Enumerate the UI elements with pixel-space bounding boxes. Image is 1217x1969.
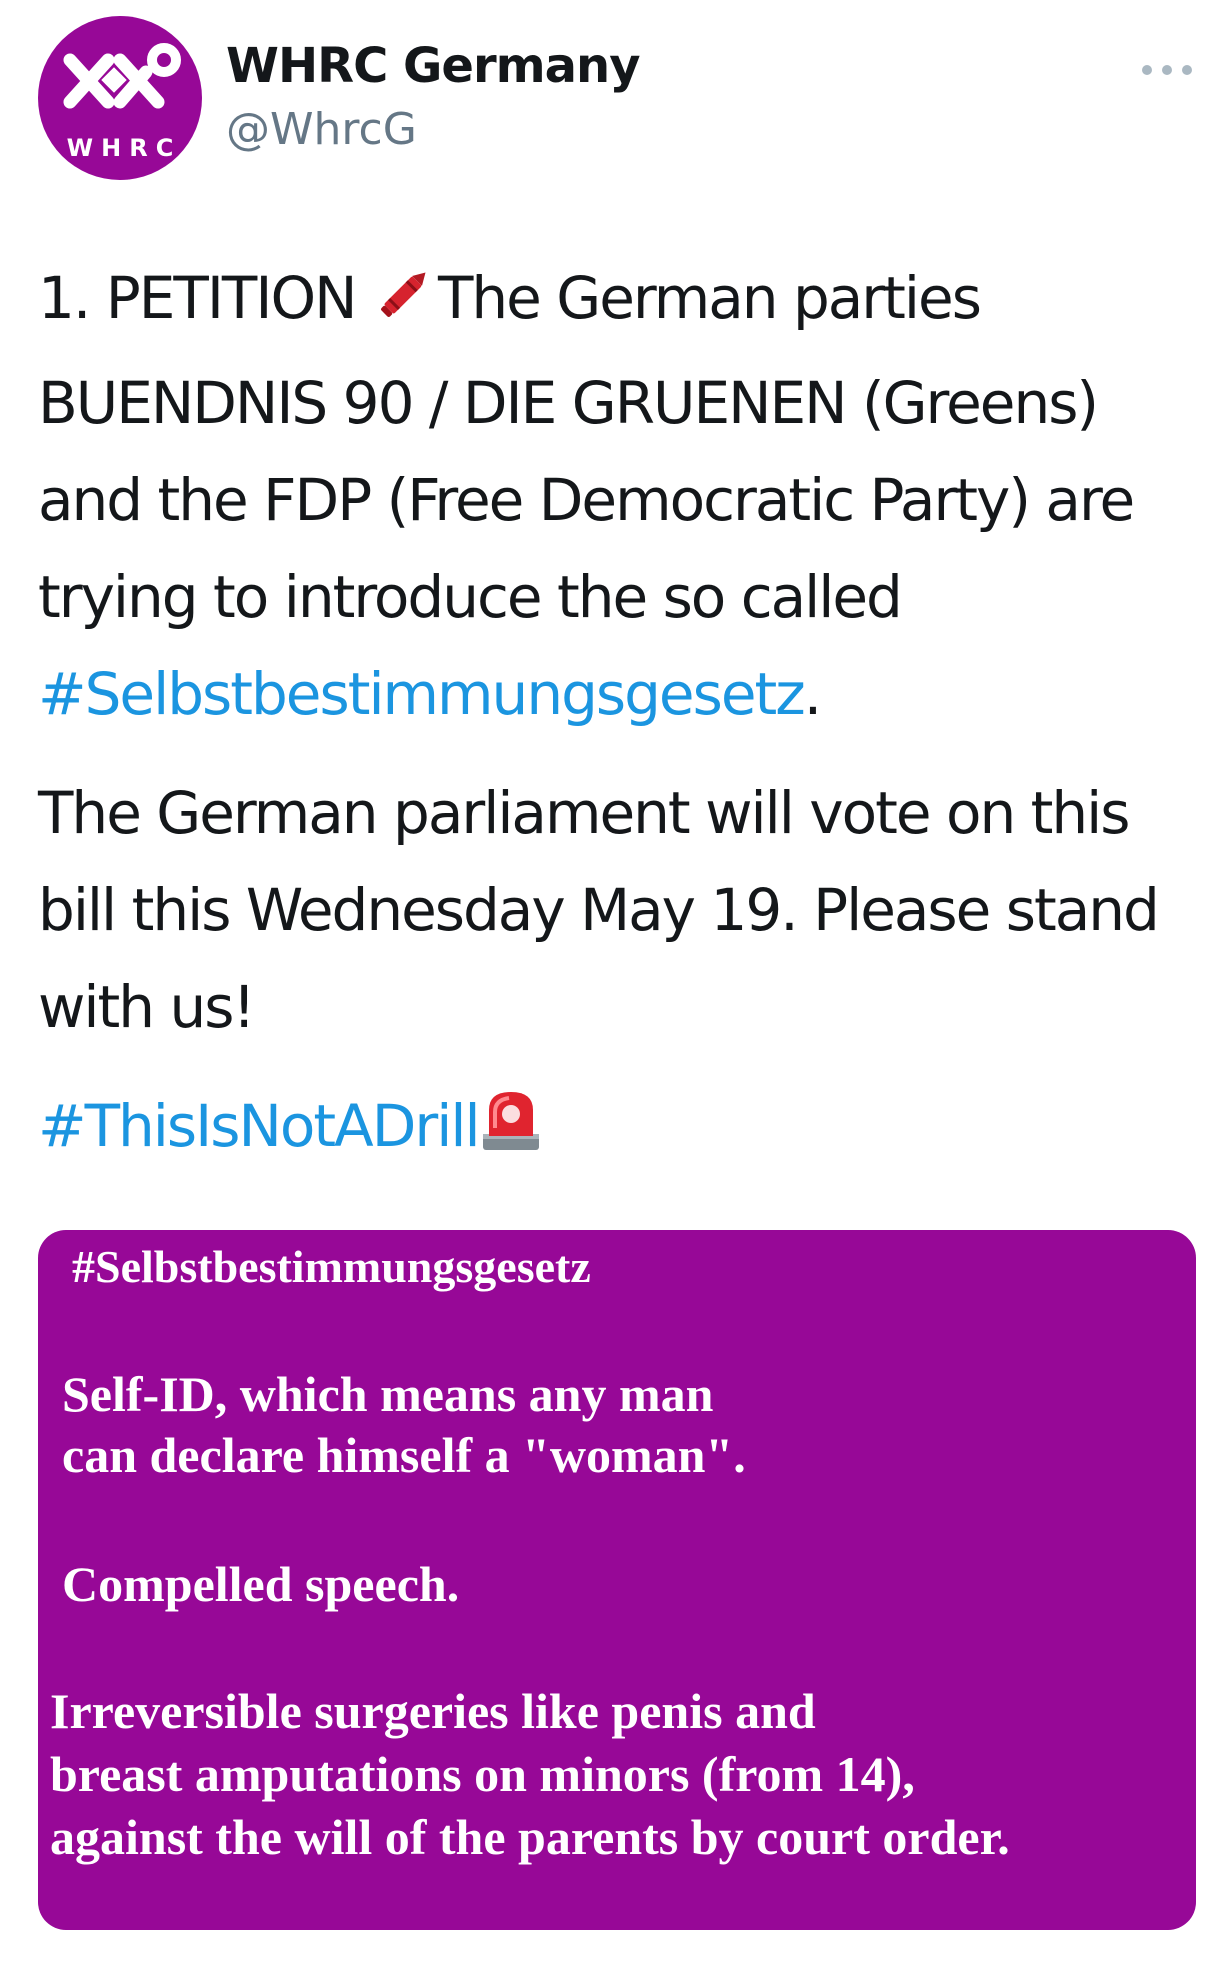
more-options-icon: [1142, 65, 1152, 75]
tweet-paragraph-3: #ThisIsNotADrill: [38, 1078, 1188, 1183]
image-title: #Selbstbestimmungsgesetz: [72, 1241, 591, 1292]
more-options-icon: [1182, 65, 1192, 75]
image-text-line: Irreversible surgeries like penis and: [50, 1683, 816, 1739]
petition-label: 1. PETITION: [38, 264, 372, 332]
image-text-line: breast amputations on minors (from 14),: [50, 1746, 915, 1802]
tweet-text: 1. PETITION The German parties BUENDNIS …: [38, 250, 1188, 1183]
image-text-line: Self-ID, which means any man: [62, 1366, 714, 1422]
more-options-button[interactable]: [1140, 54, 1194, 84]
display-name[interactable]: WHRC Germany: [226, 38, 641, 94]
image-text-line: against the will of the parents by court…: [50, 1809, 1010, 1865]
hashtag-link-selbstbestimmungsgesetz[interactable]: #Selbstbestimmungsgesetz: [38, 660, 806, 728]
tweet-text-period: .: [803, 660, 822, 728]
police-light-emoji: [479, 1086, 543, 1183]
hashtag-link-thisisnotadrill[interactable]: #ThisIsNotADrill: [38, 1092, 481, 1160]
more-options-icon: [1162, 65, 1172, 75]
user-handle[interactable]: @WhrcG: [226, 104, 417, 155]
image-text-line: Compelled speech.: [62, 1556, 460, 1612]
crayon-emoji: [372, 258, 438, 355]
avatar[interactable]: WHRC: [38, 16, 202, 180]
tweet-paragraph-1: 1. PETITION The German parties BUENDNIS …: [38, 250, 1188, 743]
image-text-line: can declare himself a "woman".: [62, 1427, 746, 1483]
avatar-label: WHRC: [66, 134, 182, 162]
tweet-header: WHRC WHRC Germany @WhrcG: [0, 0, 1217, 200]
tweet-paragraph-2: The German parliament will vote on this …: [38, 779, 1160, 1041]
attached-image[interactable]: #Selbstbestimmungsgesetz Self-ID, which …: [38, 1230, 1196, 1930]
